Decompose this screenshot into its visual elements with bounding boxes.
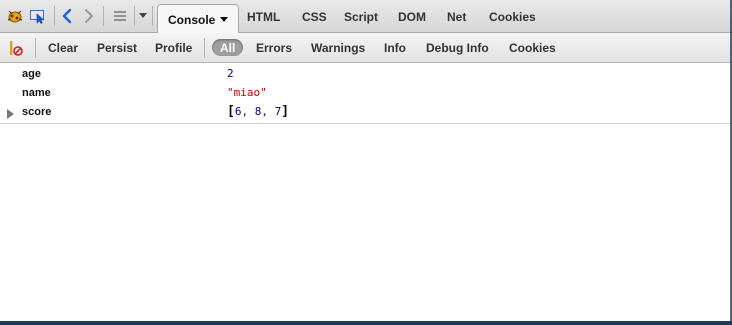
dropdown-caret-icon[interactable]: [137, 5, 149, 27]
property-value-string[interactable]: "miao": [227, 86, 267, 99]
array-open-bracket: [: [227, 104, 235, 119]
profile-button[interactable]: Profile: [155, 40, 192, 56]
forward-arrow-icon[interactable]: [81, 5, 97, 27]
firebug-toolbar: Console HTML CSS Script DOM Net Cookies: [0, 0, 732, 34]
tab-console[interactable]: Console: [157, 4, 240, 34]
persist-button[interactable]: Persist: [97, 40, 137, 56]
console-row-name: name "miao": [0, 85, 732, 104]
clear-console-icon[interactable]: [5, 37, 25, 59]
tab-script-label: Script: [344, 10, 379, 24]
console-output: age 2 name "miao" score [6, 8, 7]: [0, 64, 732, 124]
property-key: score: [22, 106, 52, 118]
tab-html-label: HTML: [247, 10, 281, 24]
tab-net-label: Net: [447, 10, 467, 24]
toolbar-separator: [152, 6, 153, 26]
toolbar-separator: [103, 6, 104, 26]
filter-all-button[interactable]: All: [212, 39, 244, 56]
toolbar-separator: [134, 6, 135, 26]
console-row-score[interactable]: score [6, 8, 7]: [0, 104, 732, 123]
filter-cookies-button[interactable]: Cookies: [509, 40, 556, 56]
array-comma: ,: [241, 105, 255, 118]
tab-net[interactable]: Net: [443, 8, 470, 26]
tab-dom[interactable]: DOM: [394, 8, 430, 26]
filter-warnings-button[interactable]: Warnings: [311, 40, 365, 56]
tab-dom-label: DOM: [398, 10, 426, 24]
tab-cookies[interactable]: Cookies: [485, 8, 540, 26]
filter-info-button[interactable]: Info: [384, 40, 406, 56]
console-filter-bar: Clear Persist Profile All Errors Warning…: [0, 33, 732, 63]
tab-html[interactable]: HTML: [243, 8, 284, 26]
window-bottom-edge: [0, 321, 732, 325]
expand-twisty-icon[interactable]: [7, 109, 14, 119]
array-close-bracket: ]: [281, 104, 290, 119]
console-row-age: age 2: [0, 66, 732, 85]
property-key: name: [22, 87, 51, 99]
filter-errors-button[interactable]: Errors: [256, 40, 292, 56]
property-value-array[interactable]: [6, 8, 7]: [227, 104, 289, 119]
filter-separator: [204, 38, 205, 58]
back-arrow-icon[interactable]: [59, 5, 75, 27]
property-value-number[interactable]: 2: [227, 67, 234, 80]
array-comma: ,: [261, 105, 275, 118]
tab-script[interactable]: Script: [340, 8, 382, 26]
filter-separator: [35, 38, 36, 58]
tab-console-label: Console: [168, 12, 216, 27]
inspect-icon[interactable]: [28, 5, 48, 27]
tab-cookies-label: Cookies: [489, 10, 536, 24]
tab-css[interactable]: CSS: [298, 8, 331, 26]
filter-debug-info-button[interactable]: Debug Info: [426, 40, 489, 56]
tab-css-label: CSS: [302, 10, 327, 24]
menu-lines-icon[interactable]: [110, 5, 130, 27]
toolbar-separator: [54, 6, 55, 26]
firebug-icon[interactable]: [5, 5, 25, 27]
clear-button[interactable]: Clear: [48, 40, 78, 56]
property-key: age: [22, 68, 41, 80]
chevron-down-icon[interactable]: [220, 17, 229, 22]
